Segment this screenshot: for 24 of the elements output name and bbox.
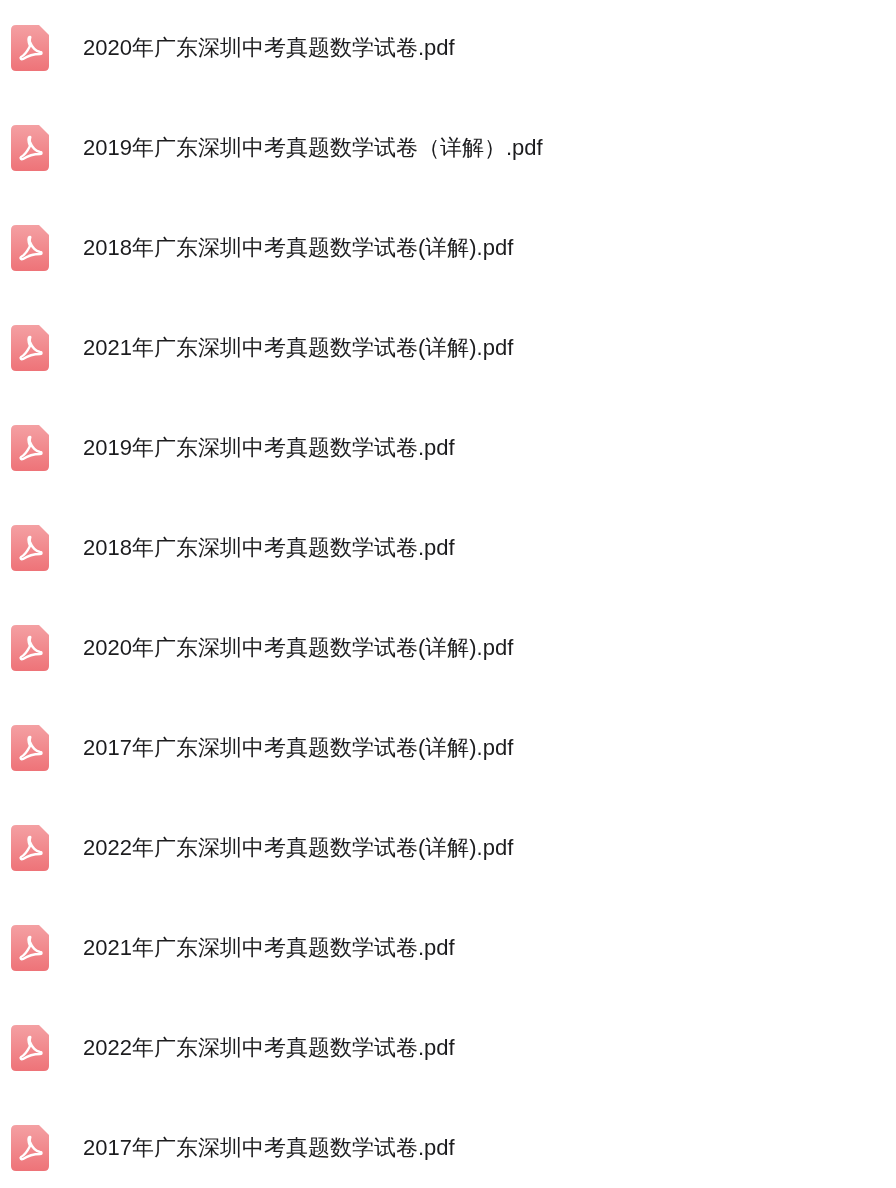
file-name[interactable]: 2019年广东深圳中考真题数学试卷（详解）.pdf — [83, 133, 543, 163]
file-name[interactable]: 2020年广东深圳中考真题数学试卷(详解).pdf — [83, 633, 514, 663]
pdf-file-icon — [11, 525, 49, 571]
pdf-file-icon — [11, 625, 49, 671]
pdf-file-icon — [11, 1125, 49, 1171]
pdf-file-icon — [11, 725, 49, 771]
pdf-file-icon — [11, 825, 49, 871]
pdf-file-icon — [11, 325, 49, 371]
file-name[interactable]: 2021年广东深圳中考真题数学试卷(详解).pdf — [83, 333, 514, 363]
file-name[interactable]: 2017年广东深圳中考真题数学试卷(详解).pdf — [83, 733, 514, 763]
file-name[interactable]: 2022年广东深圳中考真题数学试卷(详解).pdf — [83, 833, 514, 863]
file-name[interactable]: 2021年广东深圳中考真题数学试卷.pdf — [83, 933, 455, 963]
file-name[interactable]: 2022年广东深圳中考真题数学试卷.pdf — [83, 1033, 455, 1063]
pdf-file-icon — [11, 25, 49, 71]
pdf-file-icon — [11, 225, 49, 271]
pdf-file-icon — [11, 125, 49, 171]
file-name[interactable]: 2017年广东深圳中考真题数学试卷.pdf — [83, 1133, 455, 1163]
file-name[interactable]: 2020年广东深圳中考真题数学试卷.pdf — [83, 33, 455, 63]
file-name[interactable]: 2018年广东深圳中考真题数学试卷(详解).pdf — [83, 233, 514, 263]
pdf-file-icon — [11, 1025, 49, 1071]
pdf-file-icon — [11, 925, 49, 971]
file-name[interactable]: 2019年广东深圳中考真题数学试卷.pdf — [83, 433, 455, 463]
file-name[interactable]: 2018年广东深圳中考真题数学试卷.pdf — [83, 533, 455, 563]
pdf-file-icon — [11, 425, 49, 471]
